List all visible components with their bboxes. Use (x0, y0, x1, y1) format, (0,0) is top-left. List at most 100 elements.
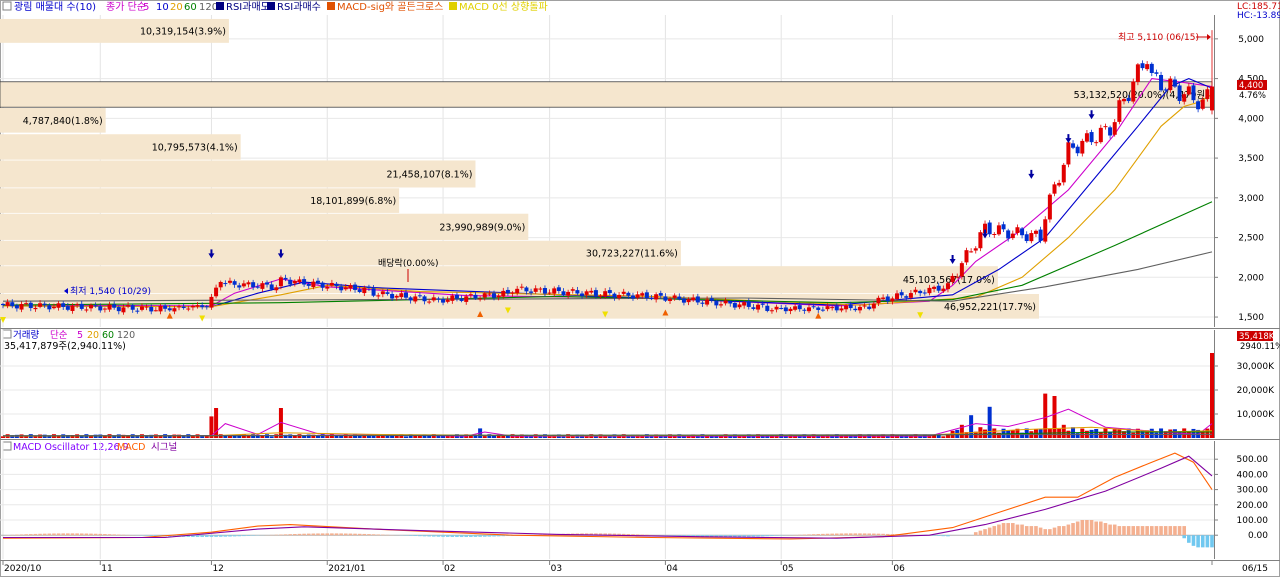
volume-profile-bar (0, 81, 1213, 108)
macd-osc-bar (1038, 527, 1043, 536)
macd-osc-bar (1029, 526, 1034, 536)
ma-period-60: 60 (184, 2, 197, 13)
candle-body (33, 307, 38, 310)
volume-bar (292, 435, 297, 438)
candle-body (844, 305, 849, 310)
candle-body (102, 308, 107, 310)
candle-body (603, 291, 608, 297)
macd-osc-bar (334, 533, 339, 536)
macd-osc-bar (1089, 520, 1094, 536)
candle-body (325, 286, 330, 289)
candle-body (1168, 78, 1173, 91)
macd-osc-bar (450, 535, 455, 537)
candle-body (1182, 94, 1187, 102)
macd-osc-bar (56, 533, 61, 536)
macd-osc-bar (816, 534, 821, 536)
volume-profile-label: 23,990,989(9.0%) (439, 222, 525, 233)
candle-body (61, 303, 66, 307)
candle-body (598, 295, 603, 297)
candle-body (413, 296, 418, 302)
macd-osc-bar (316, 533, 320, 536)
macd-osc-bar (1071, 523, 1075, 536)
volume-bar (190, 436, 195, 438)
macd-osc-bar (112, 534, 116, 536)
legend-box-icon[interactable] (2, 1, 12, 11)
candle-body (1163, 89, 1168, 91)
candle-body (51, 306, 56, 309)
macd-legend-macd: MACD (117, 442, 145, 453)
candle-body (1080, 140, 1085, 154)
volume-legend-box-icon[interactable] (2, 329, 12, 339)
candle-body (913, 289, 918, 293)
candle-body (742, 302, 747, 306)
volume-bar (1131, 432, 1136, 438)
candle-body (1205, 89, 1210, 99)
candle-body (607, 290, 612, 294)
candle-body (788, 308, 793, 312)
volume-current-value: 35,418K (1239, 332, 1275, 342)
volume-profile-label: 4,787,840(1.8%) (23, 116, 103, 127)
candle-body (390, 293, 395, 299)
candle-body (691, 297, 696, 301)
candle-body (663, 296, 668, 301)
candle-body (126, 305, 131, 307)
macd-osc-bar (932, 535, 936, 536)
macd-osc-bar (1205, 535, 1210, 548)
macd-osc-bar (876, 533, 881, 536)
macd-osc-bar (418, 535, 422, 537)
candle-body (756, 304, 761, 310)
macd-osc-bar (343, 533, 348, 536)
x-tick-label: 06/15 (1242, 564, 1268, 574)
macd-osc-bar (464, 535, 469, 538)
candle-body (969, 251, 974, 253)
candle-body (158, 305, 163, 312)
candle-body (1066, 142, 1071, 165)
volume-bar (288, 434, 293, 438)
macd-osc-bar (1052, 527, 1057, 536)
candle-body (274, 287, 279, 291)
candle-body (890, 298, 895, 302)
price-tick-label: 2,500 (1238, 234, 1264, 244)
stock-chart[interactable]: 광림 매물대 수(10) 종가 단순 5 10 20 60 120 RSI과매도… (0, 0, 1280, 577)
macd-osc-bar (746, 535, 751, 537)
macd-osc-bar (381, 534, 385, 536)
candle-body (10, 302, 15, 307)
macd-osc-bar (330, 533, 334, 536)
candle-body (830, 307, 835, 309)
candle-body (992, 233, 997, 235)
volume-bar (1098, 432, 1103, 438)
volume-ma-60: 60 (102, 330, 114, 341)
candle-body (445, 299, 450, 302)
macd-legend-box-icon[interactable] (2, 441, 12, 451)
candle-body (797, 305, 802, 310)
candle-body (1020, 228, 1025, 236)
candle-body (737, 304, 742, 308)
macd-osc-bar (1099, 521, 1103, 536)
candle-body (107, 304, 112, 310)
candle-body (468, 294, 473, 296)
candle-body (658, 293, 663, 296)
candle-body (357, 289, 362, 292)
candle-body (255, 286, 260, 288)
candle-body (265, 282, 270, 285)
volume-bar (1075, 433, 1080, 438)
candle-body (807, 307, 811, 312)
macd-osc-bar (1075, 521, 1080, 536)
candle-body (621, 291, 626, 294)
volume-bar (1168, 429, 1173, 438)
macd-osc-bar (200, 535, 204, 538)
macd-osc-bar (992, 526, 997, 536)
candle-body (186, 308, 191, 310)
macd-osc-bar (1149, 526, 1154, 536)
candle-body (121, 307, 126, 313)
candle-body (649, 298, 654, 300)
candle-body (366, 286, 371, 289)
candle-body (28, 302, 33, 309)
x-tick-label: 11 (101, 564, 112, 574)
candle-body (1010, 233, 1015, 239)
candle-body (853, 308, 858, 311)
candle-body (556, 287, 561, 291)
volume-bar (1186, 432, 1191, 438)
candle-body (1029, 233, 1034, 242)
volume-bar (265, 434, 270, 438)
